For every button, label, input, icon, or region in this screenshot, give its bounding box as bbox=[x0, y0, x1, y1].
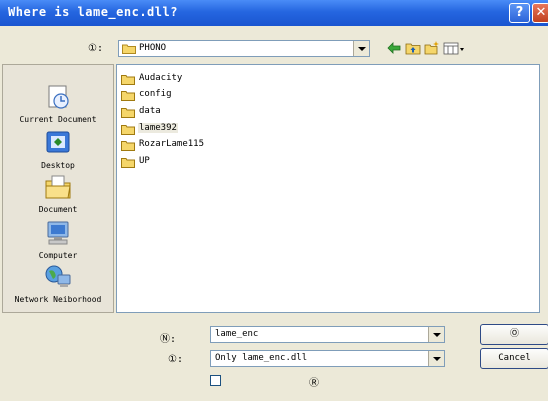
close-button[interactable]: ✕ bbox=[532, 3, 548, 23]
filetype-label: ①: bbox=[168, 354, 183, 365]
lookin-label: ①: bbox=[88, 43, 103, 54]
file-name: lame392 bbox=[138, 123, 178, 133]
folder-icon bbox=[122, 44, 136, 54]
folder-icon bbox=[121, 108, 135, 118]
folder-icon bbox=[121, 158, 135, 168]
filetype-select[interactable]: Only lame_enc.dll bbox=[210, 350, 445, 367]
up-folder-icon[interactable] bbox=[405, 41, 421, 55]
back-arrow-icon[interactable] bbox=[386, 41, 402, 55]
open-button[interactable]: Ⓞ bbox=[480, 324, 548, 345]
file-name: RozarLame115 bbox=[139, 139, 205, 149]
folder-icon bbox=[121, 75, 135, 85]
place-current-document[interactable]: Current Document bbox=[3, 83, 113, 124]
place-label: Computer bbox=[38, 251, 78, 260]
place-desktop[interactable]: Desktop bbox=[3, 129, 113, 170]
file-name: Audacity bbox=[139, 73, 183, 83]
place-label: Document bbox=[38, 205, 78, 214]
places-bar: Current Document Desktop Document Comput… bbox=[2, 64, 114, 313]
new-folder-icon[interactable] bbox=[424, 41, 440, 55]
place-computer[interactable]: Computer bbox=[3, 219, 113, 260]
cancel-button[interactable]: Cancel bbox=[480, 348, 548, 369]
file-list[interactable]: Audacity config data lame392 RozarLame11… bbox=[116, 64, 540, 313]
place-label: Network Neiborhood bbox=[14, 295, 102, 304]
chevron-down-icon[interactable] bbox=[428, 351, 444, 366]
computer-icon bbox=[47, 221, 69, 245]
recent-documents-icon bbox=[48, 85, 69, 109]
title-bar[interactable]: Where is lame_enc.dll? ? ✕ bbox=[0, 0, 548, 26]
folder-icon bbox=[121, 125, 135, 135]
lookin-value: PHONO bbox=[139, 43, 167, 53]
desktop-icon bbox=[46, 131, 70, 153]
filename-label: Ⓝ: bbox=[160, 334, 177, 345]
place-label: Desktop bbox=[41, 161, 75, 170]
file-name: config bbox=[139, 89, 172, 99]
chevron-down-icon[interactable] bbox=[428, 327, 444, 342]
place-network-neighborhood[interactable]: Network Neiborhood bbox=[3, 263, 113, 304]
file-open-dialog: Where is lame_enc.dll? ? ✕ ①: PHONO Curr… bbox=[0, 0, 548, 401]
chevron-down-icon[interactable] bbox=[353, 41, 369, 56]
readonly-checkbox[interactable] bbox=[210, 375, 221, 386]
place-label: Current Document bbox=[19, 115, 97, 124]
folder-icon bbox=[121, 91, 135, 101]
filename-input[interactable]: lame_enc bbox=[210, 326, 445, 343]
my-documents-icon bbox=[45, 175, 71, 199]
lookin-combo[interactable]: PHONO bbox=[118, 40, 370, 57]
folder-icon bbox=[121, 141, 135, 151]
filetype-value: Only lame_enc.dll bbox=[215, 353, 308, 363]
network-icon bbox=[45, 265, 71, 287]
place-document[interactable]: Document bbox=[3, 173, 113, 214]
filename-value: lame_enc bbox=[215, 329, 259, 339]
help-button[interactable]: ? bbox=[509, 3, 530, 23]
window-title: Where is lame_enc.dll? bbox=[8, 5, 178, 19]
view-menu-icon[interactable] bbox=[443, 41, 465, 55]
readonly-label: Ⓡ bbox=[309, 378, 319, 389]
file-name: data bbox=[139, 106, 161, 116]
file-name: UP bbox=[139, 156, 150, 166]
